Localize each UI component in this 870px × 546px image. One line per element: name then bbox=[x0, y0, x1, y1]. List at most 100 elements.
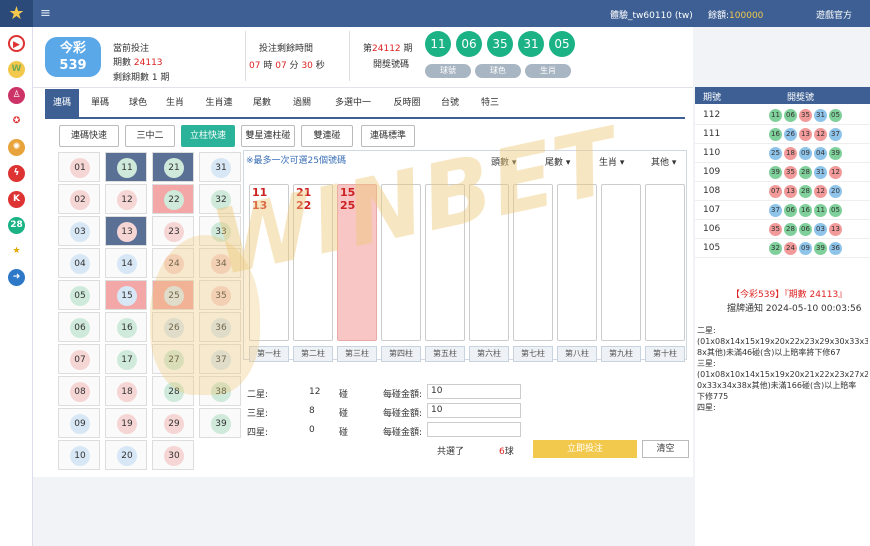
amount-input-3[interactable]: 10 bbox=[427, 403, 521, 418]
number-ball: 31 bbox=[211, 158, 231, 178]
tab-multi[interactable]: 多選中一 bbox=[325, 89, 381, 117]
pillar-label[interactable]: 第七柱 bbox=[513, 346, 553, 362]
number-cell[interactable]: 17 bbox=[105, 344, 147, 374]
number-cell[interactable]: 15 bbox=[105, 280, 147, 310]
pillar-label[interactable]: 第九柱 bbox=[601, 346, 641, 362]
draw-period: 第24112 期 bbox=[363, 41, 413, 54]
draw-period-value: 24112 bbox=[372, 44, 401, 54]
number-cell[interactable]: 22 bbox=[152, 184, 194, 214]
28-icon[interactable]: 28 bbox=[8, 217, 25, 234]
amount-input-4[interactable] bbox=[427, 422, 521, 437]
pill-zodiac[interactable]: 生肖 bbox=[525, 64, 571, 78]
person-icon[interactable]: ♙ bbox=[8, 87, 25, 104]
number-cell[interactable]: 30 bbox=[152, 440, 194, 470]
official-link[interactable]: 遊戲官方 bbox=[816, 8, 852, 21]
pillar-label[interactable]: 第三柱 bbox=[337, 346, 377, 362]
number-cell[interactable]: 06 bbox=[58, 312, 100, 342]
lightning-icon[interactable]: ϟ bbox=[8, 165, 25, 182]
pillar-label[interactable]: 第五柱 bbox=[425, 346, 465, 362]
number-cell[interactable]: 08 bbox=[58, 376, 100, 406]
tab-tail[interactable]: 尾數 bbox=[245, 89, 279, 117]
number-cell[interactable]: 09 bbox=[58, 408, 100, 438]
number-cell[interactable]: 12 bbox=[105, 184, 147, 214]
number-cell[interactable]: 11 bbox=[105, 152, 147, 182]
tab-lianma[interactable]: 連碼 bbox=[45, 89, 79, 117]
result-ball: 06 bbox=[799, 223, 812, 236]
subtab-double-pillar[interactable]: 雙星連柱碰 bbox=[241, 125, 295, 147]
subtab-double-lian[interactable]: 雙連碰 bbox=[301, 125, 353, 147]
announce-body: 二星: (01x08x14x15x19x20x22x23x29x30x33x34 8… bbox=[697, 325, 868, 420]
w-icon[interactable]: W bbox=[8, 61, 25, 78]
app-logo-icon[interactable]: ★ bbox=[0, 0, 33, 27]
stat-count-2: 12 bbox=[309, 387, 321, 397]
results-header: 期號 開獎號 bbox=[695, 87, 870, 104]
number-cell[interactable]: 04 bbox=[58, 248, 100, 278]
tab-single[interactable]: 單碼 bbox=[83, 89, 117, 117]
brand-logo: 今彩 539 bbox=[45, 37, 101, 77]
announce-title: 【今彩539】『期數 24113』 bbox=[731, 290, 848, 300]
k-icon[interactable]: K bbox=[8, 191, 25, 208]
pillar-label[interactable]: 第二柱 bbox=[293, 346, 333, 362]
number-cell[interactable]: 21 bbox=[152, 152, 194, 182]
number-cell[interactable]: 18 bbox=[105, 376, 147, 406]
number-cell[interactable]: 14 bbox=[105, 248, 147, 278]
number-cell[interactable]: 29 bbox=[152, 408, 194, 438]
clear-button[interactable]: 清空 bbox=[642, 440, 689, 458]
pillar-label[interactable]: 第十柱 bbox=[645, 346, 685, 362]
pillar-label[interactable]: 第四柱 bbox=[381, 346, 421, 362]
result-ball: 18 bbox=[784, 147, 797, 160]
share-icon[interactable]: ➜ bbox=[8, 269, 25, 286]
tab-zodiac[interactable]: 生肖 bbox=[158, 89, 192, 117]
number-cell[interactable]: 10 bbox=[58, 440, 100, 470]
pill-color[interactable]: 球色 bbox=[475, 64, 521, 78]
number-ball: 09 bbox=[70, 414, 90, 434]
dropdown-other[interactable]: 其他 ▾ bbox=[651, 155, 676, 168]
subtab-3in2[interactable]: 三中二 bbox=[125, 125, 175, 147]
tab-color[interactable]: 球色 bbox=[121, 89, 155, 117]
tab-pass[interactable]: 過關 bbox=[285, 89, 319, 117]
number-cell[interactable]: 05 bbox=[58, 280, 100, 310]
tab-special3[interactable]: 特三 bbox=[473, 89, 507, 117]
subtab-standard[interactable]: 連碼標準 bbox=[361, 125, 415, 147]
hours-unit: 時 bbox=[263, 61, 273, 71]
result-row: 112 11 06 35 31 05 bbox=[695, 106, 870, 125]
subtab-fast[interactable]: 連碼快速 bbox=[59, 125, 119, 147]
place-bet-button[interactable]: 立即投注 bbox=[533, 440, 637, 458]
pillar-box[interactable] bbox=[645, 184, 685, 341]
result-ball: 11 bbox=[814, 204, 827, 217]
tab-platform[interactable]: 台號 bbox=[433, 89, 467, 117]
result-ball: 03 bbox=[814, 223, 827, 236]
play-icon[interactable]: ▶ bbox=[8, 35, 25, 52]
number-cell[interactable]: 16 bbox=[105, 312, 147, 342]
stat-count-4: 0 bbox=[309, 425, 315, 435]
result-ball: 26 bbox=[784, 128, 797, 141]
subtab-pillar-fast[interactable]: 立柱快速 bbox=[181, 125, 235, 147]
number-ball: 30 bbox=[164, 446, 184, 466]
number-cell[interactable]: 39 bbox=[199, 408, 241, 438]
pillar-label[interactable]: 第八柱 bbox=[557, 346, 597, 362]
pillar-label[interactable]: 第六柱 bbox=[469, 346, 509, 362]
number-cell[interactable]: 31 bbox=[199, 152, 241, 182]
wheel-icon[interactable]: ✺ bbox=[8, 139, 25, 156]
number-cell[interactable]: 20 bbox=[105, 440, 147, 470]
result-ball: 13 bbox=[829, 223, 842, 236]
number-cell[interactable]: 13 bbox=[105, 216, 147, 246]
star-icon[interactable]: ✪ bbox=[8, 113, 25, 130]
number-cell[interactable]: 01 bbox=[58, 152, 100, 182]
announce-line: 0x33x34x38x其他)未滿166碰(含)以上賠率 bbox=[697, 381, 857, 390]
number-cell[interactable]: 02 bbox=[58, 184, 100, 214]
number-cell[interactable]: 07 bbox=[58, 344, 100, 374]
tab-reverse[interactable]: 反時圈 bbox=[383, 89, 431, 117]
number-ball: 21 bbox=[164, 158, 184, 178]
menu-icon[interactable]: ≡ bbox=[40, 6, 51, 21]
pill-number[interactable]: 球號 bbox=[425, 64, 471, 78]
tab-zodiac-lian[interactable]: 生肖連 bbox=[197, 89, 241, 117]
number-ball: 11 bbox=[117, 158, 137, 178]
number-cell[interactable]: 19 bbox=[105, 408, 147, 438]
number-cell[interactable]: 03 bbox=[58, 216, 100, 246]
number-ball: 06 bbox=[70, 318, 90, 338]
results-head-period: 期號 bbox=[703, 93, 722, 103]
amount-input-2[interactable]: 10 bbox=[427, 384, 521, 399]
star2-icon[interactable]: ★ bbox=[8, 243, 25, 260]
result-period: 107 bbox=[703, 205, 721, 215]
